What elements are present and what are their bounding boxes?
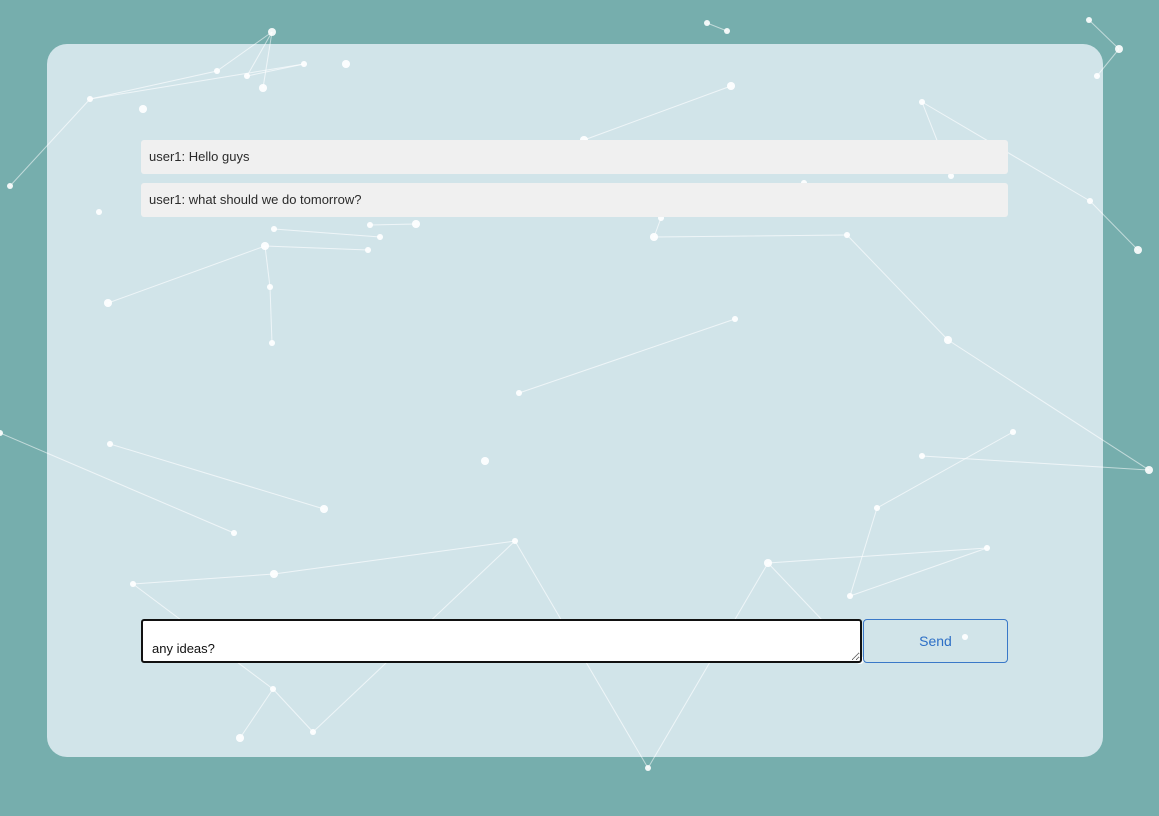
chat-panel: user1: Hello guys user1: what should we … [47,44,1103,757]
network-node [301,61,307,67]
network-line [47,452,235,534]
network-node [7,183,13,189]
network-node [1115,45,1123,53]
network-node [267,284,273,290]
network-node [87,96,93,102]
network-node [984,545,990,551]
network-node [724,28,730,34]
network-node [310,729,316,735]
network-line [653,234,848,238]
network-node [874,505,880,511]
network-node [244,73,250,79]
network-node [1134,246,1142,254]
message-input[interactable]: any ideas? [141,619,862,663]
network-node [727,82,735,90]
network-line [89,70,218,100]
network-node [1094,73,1100,79]
network-line [47,98,91,147]
network-node [512,538,518,544]
network-node [96,209,102,215]
network-node [104,299,112,307]
network-line [89,63,305,100]
network-line [273,228,381,238]
network-line [239,688,274,739]
network-line [1096,67,1103,77]
chat-message: user1: Hello guys [141,140,1008,174]
network-node [1086,17,1092,23]
network-node [844,232,850,238]
network-node [847,593,853,599]
network-line [264,245,369,251]
network-line [262,44,271,89]
network-node [261,242,269,250]
network-node [139,105,147,113]
network-line [269,286,273,344]
network-node [320,505,328,513]
network-line [216,44,256,72]
network-node [704,20,710,26]
network-line [107,245,266,304]
network-node [0,430,3,436]
network-node [944,336,952,344]
network-node [919,453,925,459]
network-line [947,339,1103,441]
network-line [132,573,275,585]
network-node [732,316,738,322]
network-node [1010,429,1016,435]
network-line [849,507,878,597]
network-node [650,233,658,241]
network-node [270,686,276,692]
send-button[interactable]: Send [863,619,1008,663]
network-line [272,688,314,733]
network-line [876,431,1014,509]
network-line [518,318,736,394]
network-line [273,540,516,575]
network-line [1089,44,1103,49]
network-line [706,22,728,32]
network-node [645,765,651,771]
message-composer: any ideas? Send [141,619,1008,663]
network-line [109,443,325,510]
network-node [130,581,136,587]
network-node [481,457,489,465]
network-line [767,547,988,564]
network-node [516,390,522,396]
network-node [764,559,772,567]
network-line [264,245,271,288]
network-node [342,60,350,68]
network-node [259,84,267,92]
message-list: user1: Hello guys user1: what should we … [141,140,1008,226]
network-node [269,340,275,346]
network-node [919,99,925,105]
network-node [1145,466,1153,474]
network-line [583,85,732,141]
network-node [268,28,276,36]
network-node [271,226,277,232]
network-node [377,234,383,240]
network-node [214,68,220,74]
network-line [1089,200,1103,215]
network-node [365,247,371,253]
network-node [270,570,278,578]
network-line [846,234,949,341]
chat-message: user1: what should we do tomorrow? [141,183,1008,217]
network-node [236,734,244,742]
network-line [849,547,988,597]
network-node [1087,198,1093,204]
network-node [107,441,113,447]
network-node [231,530,237,536]
